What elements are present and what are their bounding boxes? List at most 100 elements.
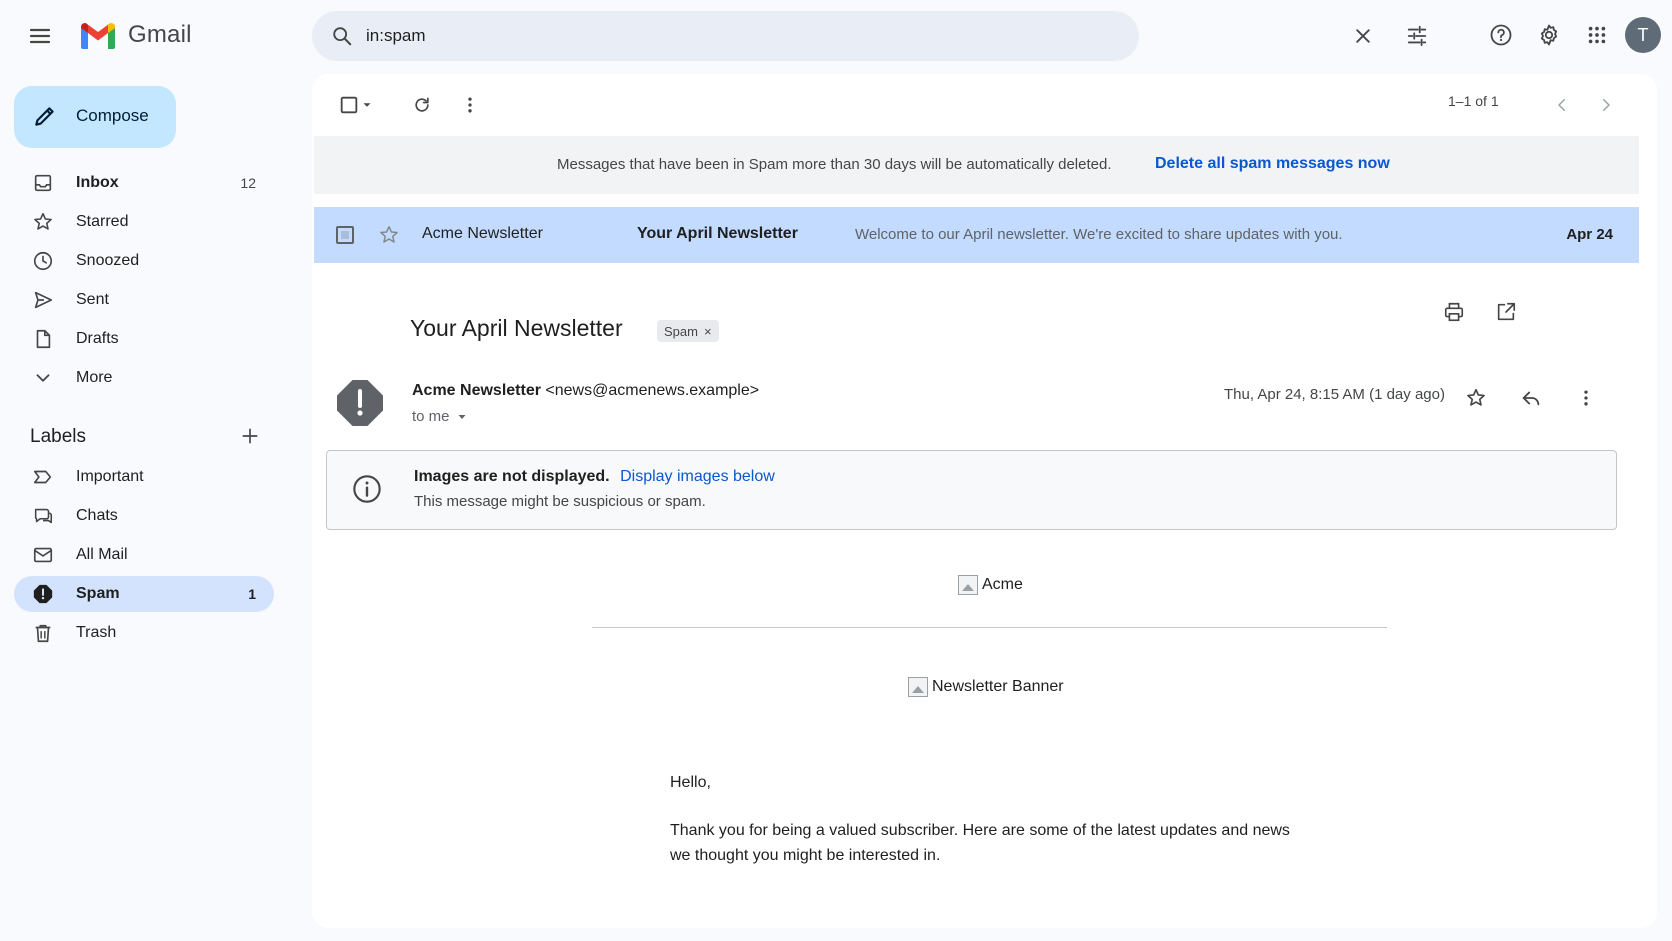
important-icon: [33, 470, 52, 484]
spam-banner-message: Messages that have been in Spam more tha…: [557, 156, 1112, 173]
row-sender: Acme Newsletter: [422, 225, 543, 242]
search-icon: [333, 27, 352, 46]
labels-nav: Important Chats All Mail Spam 1 Trash: [14, 459, 274, 654]
help-icon: [1490, 24, 1512, 46]
settings-button[interactable]: [1529, 15, 1569, 55]
star-icon: [34, 212, 52, 230]
divider: [592, 627, 1387, 628]
sidebar-item-spam[interactable]: Spam 1: [14, 576, 274, 612]
spam-label-chip: Spam ×: [657, 320, 719, 342]
star-icon: [1467, 388, 1485, 406]
refresh-button[interactable]: [406, 89, 438, 121]
sidebar-item-label: Spam: [76, 585, 120, 602]
sidebar-item-label: Sent: [76, 291, 109, 308]
broken-image-icon: [908, 677, 928, 697]
reply-icon: [1522, 391, 1540, 406]
sidebar-item-label: More: [76, 369, 113, 386]
search-input[interactable]: [366, 21, 926, 51]
notice-line: Images are not displayed. Display images…: [414, 468, 775, 486]
main-menu-button[interactable]: [20, 16, 60, 56]
draft-icon: [36, 329, 51, 349]
sidebar-item-drafts[interactable]: Drafts: [14, 321, 274, 357]
inbox-icon: [34, 174, 52, 192]
sidebar-item-snoozed[interactable]: Snoozed: [14, 243, 274, 279]
row-snippet: Welcome to our April newsletter. We're e…: [855, 226, 1343, 243]
compose-label: Compose: [76, 106, 149, 125]
sidebar-item-label: Trash: [76, 624, 117, 641]
create-label-button[interactable]: [236, 422, 264, 450]
sidebar-item-sent[interactable]: Sent: [14, 282, 274, 318]
apps-button[interactable]: [1577, 15, 1617, 55]
sidebar-item-label: Snoozed: [76, 252, 140, 269]
clear-search-button[interactable]: [1347, 20, 1379, 52]
remove-label-button[interactable]: ×: [704, 324, 712, 339]
unread-count: 1: [248, 586, 256, 602]
plus-icon: [242, 428, 258, 444]
email-paragraph-line: we thought you might be interested in.: [670, 847, 941, 864]
caret-down-icon: [363, 103, 371, 107]
message-more-button[interactable]: [1568, 380, 1604, 416]
sidebar-item-label: Drafts: [76, 330, 119, 347]
compose-button[interactable]: Compose: [14, 86, 176, 148]
sidebar-item-label: Chats: [76, 507, 118, 524]
main-panel: 1–1 of 1 Messages that have been in Spam…: [312, 74, 1657, 928]
sidebar-item-all-mail[interactable]: All Mail: [14, 537, 274, 573]
row-checkbox[interactable]: [336, 226, 354, 244]
sidebar-item-more[interactable]: More: [14, 360, 274, 396]
pencil-icon: [35, 107, 54, 126]
search-button[interactable]: [326, 20, 358, 52]
gear-icon: [1540, 24, 1558, 46]
chip-label: Spam: [664, 323, 698, 339]
account-avatar[interactable]: T: [1625, 17, 1661, 53]
images-hidden-notice: Images are not displayed. Display images…: [326, 450, 1617, 530]
sidebar-item-important[interactable]: Important: [14, 459, 274, 495]
sidebar-item-trash[interactable]: Trash: [14, 615, 274, 651]
row-subject: Your April Newsletter: [637, 225, 798, 242]
broken-image-icon: [958, 575, 978, 595]
apps-grid-icon: [1588, 26, 1606, 44]
sender-name: Acme Newsletter: [412, 382, 541, 399]
labels-heading: Labels: [30, 426, 86, 447]
star-icon[interactable]: [378, 224, 400, 246]
open-new-window-icon: [1497, 302, 1516, 321]
search-options-button[interactable]: [1401, 20, 1433, 52]
email-paragraph-line: Thank you for being a valued subscriber.…: [670, 822, 1290, 839]
select-checkbox-dropdown[interactable]: [330, 90, 382, 120]
logo-image-placeholder: Acme: [958, 575, 1023, 595]
newer-page-button[interactable]: [1546, 89, 1578, 121]
reply-button[interactable]: [1513, 380, 1549, 416]
tune-icon: [1407, 25, 1427, 47]
sender-email: <news@acmenews.example>: [545, 382, 760, 399]
email-greeting: Hello,: [670, 774, 711, 791]
spam-icon: [33, 584, 53, 604]
older-page-button[interactable]: [1590, 89, 1622, 121]
chat-icon: [34, 508, 53, 524]
pagination-range: 1–1 of 1: [1448, 93, 1499, 109]
checkbox-icon: [340, 96, 358, 114]
table-row[interactable]: Acme Newsletter Your April Newsletter We…: [314, 207, 1639, 263]
star-message-button[interactable]: [1458, 380, 1494, 416]
banner-image-placeholder: Newsletter Banner: [908, 677, 1064, 697]
sidebar-item-chats[interactable]: Chats: [14, 498, 274, 534]
warning-avatar-icon: [337, 380, 383, 426]
open-in-new-window-button[interactable]: [1488, 294, 1524, 330]
all-mail-icon: [33, 547, 53, 563]
delete-all-spam-link[interactable]: Delete all spam messages now: [1155, 155, 1390, 173]
unread-count: 12: [240, 175, 256, 191]
sidebar-item-inbox[interactable]: Inbox 12: [14, 165, 274, 201]
chevron-right-icon: [1603, 99, 1610, 111]
conversation-subject: Your April Newsletter: [410, 315, 623, 341]
row-date: Apr 24: [1566, 226, 1613, 243]
sender-line: Acme Newsletter <news@acmenews.example>: [412, 382, 759, 400]
support-button[interactable]: [1481, 15, 1521, 55]
image-alt-text: Acme: [982, 576, 1023, 593]
sidebar-item-label: Starred: [76, 213, 129, 230]
recipients-dropdown[interactable]: to me: [412, 408, 468, 425]
gmail-logo[interactable]: Gmail: [78, 20, 192, 50]
clock-icon: [33, 251, 53, 271]
recipients-label: to me: [412, 408, 450, 425]
sidebar-item-starred[interactable]: Starred: [14, 204, 274, 240]
print-all-button[interactable]: [1436, 294, 1472, 330]
display-images-link[interactable]: Display images below: [620, 468, 775, 485]
more-actions-button[interactable]: [454, 89, 486, 121]
